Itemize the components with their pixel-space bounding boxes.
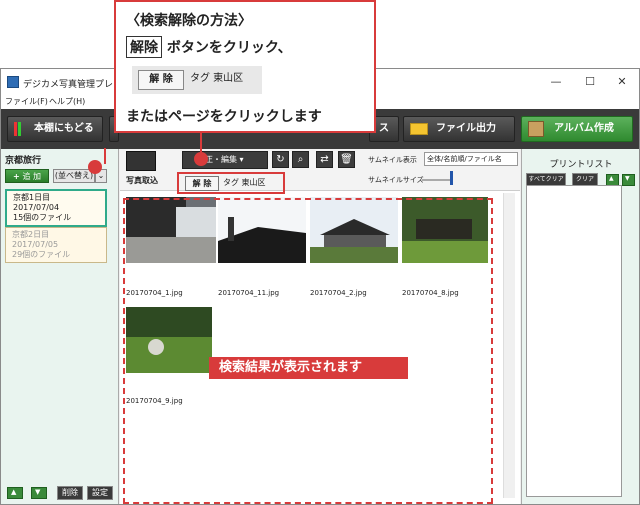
thumb-view-select[interactable]: 全体/名前順/ファイル名 [424, 152, 518, 166]
camera-icon[interactable] [126, 151, 156, 171]
rotate-icon[interactable]: ↻ [272, 151, 289, 168]
album-icon [528, 121, 544, 137]
import-photos-label: 写真取込 [126, 176, 158, 185]
trash-icon[interactable]: 🗑 [338, 151, 355, 168]
album-pointer-dot [88, 160, 102, 174]
swap-icon[interactable]: ⇄ [316, 151, 333, 168]
instruction-callout: 〈検索解除の方法〉 解除 ボタンをクリック、 解 除 タグ 東山区 またはページ… [114, 0, 376, 133]
move-down-button[interactable]: ▼ [622, 174, 635, 186]
vertical-scrollbar[interactable] [503, 193, 515, 498]
thumb-size-slider[interactable] [422, 179, 452, 181]
album-item[interactable]: 京都2日目 2017/07/05 29個のファイル [5, 227, 107, 263]
active-tag-text: タグ 東山区 [223, 178, 266, 187]
back-to-shelf-button[interactable]: 本棚にもどる [7, 116, 103, 142]
slider-handle[interactable] [450, 171, 453, 185]
maximize-button[interactable]: ☐ [575, 73, 605, 91]
clear-word-box: 解除 [126, 36, 162, 58]
settings-button[interactable]: 設定 [87, 486, 113, 500]
print-list[interactable] [526, 185, 622, 497]
screenshot-stage: { "window": { "title": "デジカメ写真管理プレミアム", … [0, 0, 640, 505]
print-list-panel: プリントリスト すべてクリア クリア ▲ ▼ [521, 149, 639, 504]
close-button[interactable]: ✕ [607, 73, 637, 91]
menu-help[interactable]: ヘルプ(H) [49, 96, 85, 107]
delete-button[interactable]: 削除 [57, 486, 83, 500]
callout-line2: 解除 ボタンをクリック、 [126, 36, 292, 58]
zoom-icon[interactable]: ⌕ [292, 151, 309, 168]
minimize-button[interactable]: — [541, 73, 571, 91]
album-pointer-line [104, 148, 106, 164]
demo-tag-area: 解 除 タグ 東山区 [132, 66, 262, 94]
clear-tag-button[interactable]: 解 除 [185, 176, 219, 191]
pointer-dot [194, 152, 208, 166]
menu-file[interactable]: ファイル(F) [5, 96, 48, 107]
create-album-button[interactable]: アルバム作成 [521, 116, 633, 142]
file-export-button[interactable]: ファイル出力 [403, 116, 515, 142]
callout-line3: またはページをクリックします [126, 109, 322, 125]
books-icon [14, 122, 17, 136]
thumb-view-label: サムネイル表示 [368, 156, 417, 164]
thumb-size-label: サムネイルサイズ [368, 176, 424, 184]
demo-clear-button: 解 除 [138, 70, 184, 90]
folder-icon [410, 123, 428, 135]
album-group-title: 京都旅行 [5, 156, 42, 166]
move-up-button[interactable]: ▲ [7, 487, 23, 499]
tag-clear-highlight: 解 除 タグ 東山区 [177, 172, 285, 194]
result-banner: 検索結果が表示されます [209, 357, 408, 379]
demo-tag-text: タグ 東山区 [190, 73, 244, 84]
add-button[interactable]: + 追 加 [5, 169, 49, 183]
album-item[interactable]: 京都1日目 2017/07/04 15個のファイル [5, 189, 107, 227]
callout-heading: 〈検索解除の方法〉 [126, 13, 252, 29]
album-panel: 京都旅行 + 追 加 (並べ替え) ⌄ 京都1日目 2017/07/04 15個… [1, 149, 119, 504]
move-down-button[interactable]: ▼ [31, 487, 47, 499]
app-icon [7, 76, 19, 88]
results-highlight [123, 198, 493, 504]
print-list-title: プリントリスト [549, 160, 613, 170]
